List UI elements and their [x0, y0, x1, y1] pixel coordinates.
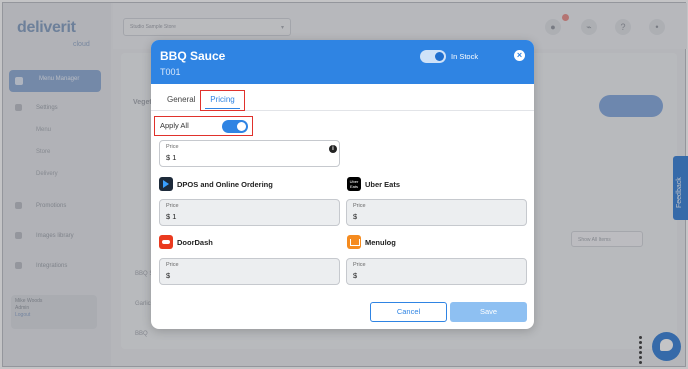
menulog-price-field[interactable]: Price $: [346, 258, 527, 285]
modal-title: BBQ Sauce: [160, 49, 226, 63]
price-field-label: Price: [166, 144, 179, 150]
edit-item-modal: BBQ Sauce T001 In Stock × General Pricin…: [151, 40, 534, 329]
info-icon[interactable]: i: [329, 145, 337, 153]
tab-pricing[interactable]: Pricing: [200, 90, 245, 111]
tab-general[interactable]: General: [167, 95, 195, 104]
channel-name: DPOS and Online Ordering: [177, 180, 273, 189]
price-field-value: $: [353, 212, 358, 221]
apply-all-label: Apply All: [160, 121, 189, 130]
price-field-value: $ 1: [166, 212, 177, 221]
save-button[interactable]: Save: [450, 302, 527, 322]
channel-doordash: DoorDash: [159, 235, 339, 249]
price-field-value: $: [353, 271, 358, 280]
apply-all-toggle[interactable]: [222, 120, 248, 133]
uber-eats-logo-icon: Uber Eats: [347, 177, 361, 191]
modal-header: BBQ Sauce T001 In Stock ×: [151, 40, 534, 84]
price-field-label: Price: [353, 262, 366, 268]
doordash-logo-icon: [159, 235, 173, 249]
dpos-logo-icon: [159, 177, 173, 191]
in-stock-toggle[interactable]: [420, 50, 446, 63]
channel-name: DoorDash: [177, 238, 213, 247]
channel-dpos: DPOS and Online Ordering: [159, 177, 339, 191]
main-price-field[interactable]: Price $ 1 i: [159, 140, 340, 167]
modal-tabs: General Pricing: [151, 90, 534, 111]
price-field-label: Price: [166, 203, 179, 209]
uber-eats-price-field[interactable]: Price $: [346, 199, 527, 226]
in-stock-label: In Stock: [451, 52, 479, 61]
close-icon[interactable]: ×: [514, 50, 525, 61]
channel-name: Uber Eats: [365, 180, 401, 189]
price-field-label: Price: [353, 203, 366, 209]
menulog-logo-icon: [347, 235, 361, 249]
price-field-label: Price: [166, 262, 179, 268]
dpos-price-field[interactable]: Price $ 1: [159, 199, 340, 226]
channel-menulog: Menulog: [347, 235, 527, 249]
apply-all-row: Apply All: [154, 116, 253, 136]
channel-uber-eats: Uber Eats Uber Eats: [347, 177, 527, 191]
doordash-price-field[interactable]: Price $: [159, 258, 340, 285]
modal-subtitle: T001: [160, 67, 181, 77]
channel-name: Menulog: [365, 238, 396, 247]
price-field-value: $: [166, 271, 171, 280]
cancel-button[interactable]: Cancel: [370, 302, 447, 322]
price-field-value: $ 1: [166, 153, 177, 162]
